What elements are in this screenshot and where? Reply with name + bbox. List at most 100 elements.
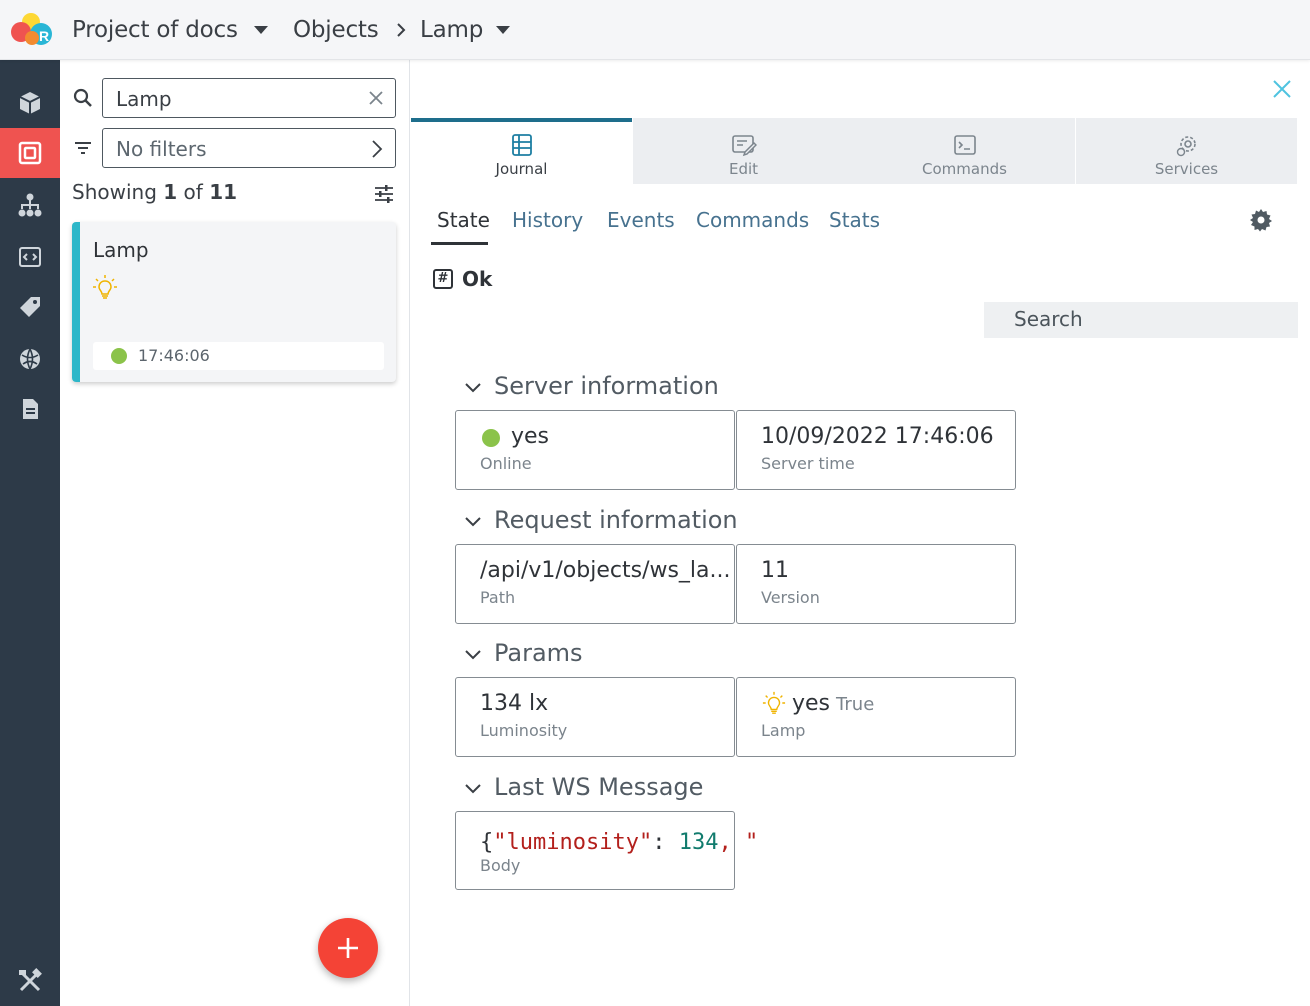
filters-field[interactable]: No filters xyxy=(102,128,396,168)
ws-body-key: "luminosity" xyxy=(493,830,653,855)
ws-body-number: 134 xyxy=(678,830,719,855)
object-search-input[interactable]: Lamp xyxy=(102,78,396,118)
detail-main-tabs: Journal Edit Commands Services xyxy=(411,118,1297,184)
lamp-state-text: True xyxy=(836,694,875,715)
lightbulb-icon xyxy=(93,275,117,299)
code-window-icon xyxy=(19,247,41,267)
tab-commands-label: Commands xyxy=(922,160,1007,178)
ws-body-open: { xyxy=(480,830,494,855)
tab-services-label: Services xyxy=(1154,160,1219,178)
rail-item-hierarchy[interactable] xyxy=(0,180,60,230)
gear-icon[interactable] xyxy=(1249,208,1273,232)
server-time-label: Server time xyxy=(761,454,855,473)
tab-edit-label: Edit xyxy=(728,160,759,178)
subtab-stats[interactable]: Stats xyxy=(829,208,880,232)
chevron-right-icon xyxy=(372,140,383,158)
project-dropdown-caret-icon[interactable] xyxy=(254,26,268,34)
chevron-down-icon[interactable] xyxy=(464,783,482,795)
lamp-value: yes True xyxy=(792,691,874,716)
tools-icon xyxy=(19,968,42,992)
server-time-value: 10/09/2022 17:46:06 xyxy=(761,424,994,449)
rail-item-documents[interactable] xyxy=(0,384,60,434)
subtab-active-indicator xyxy=(431,242,488,245)
online-dot xyxy=(482,429,500,447)
showing-count: Showing 1 of 11 xyxy=(72,180,237,204)
plus-icon xyxy=(338,938,358,958)
top-bar: R Project of docs Objects Lamp xyxy=(0,0,1310,60)
services-gear-icon xyxy=(1176,136,1196,157)
breadcrumb-lamp[interactable]: Lamp xyxy=(420,16,483,44)
showing-prefix: Showing xyxy=(72,180,157,204)
subtab-history[interactable]: History xyxy=(512,208,583,232)
ws-body-tail: , " xyxy=(718,830,759,855)
version-value: 11 xyxy=(761,558,789,583)
card-title: Lamp xyxy=(93,238,149,262)
section-server-information[interactable]: Server information xyxy=(494,372,719,400)
online-status-dot xyxy=(111,348,127,364)
section-request-information[interactable]: Request information xyxy=(494,506,738,534)
cell-lamp: yes True Lamp xyxy=(736,677,1016,757)
hierarchy-icon xyxy=(18,193,42,217)
ws-body-colon: : xyxy=(652,830,679,855)
search-icon xyxy=(73,88,92,107)
lightbulb-icon xyxy=(762,691,786,714)
path-label: Path xyxy=(480,588,516,607)
object-dropdown-caret-icon[interactable] xyxy=(496,26,510,34)
tab-journal[interactable]: Journal xyxy=(411,118,632,184)
section-params[interactable]: Params xyxy=(494,639,583,667)
rail-item-models[interactable] xyxy=(0,78,60,128)
svg-text:R: R xyxy=(39,28,49,44)
search-input-value: Lamp xyxy=(116,87,172,111)
list-settings-sliders-icon[interactable] xyxy=(374,184,394,204)
breadcrumb-objects[interactable]: Objects xyxy=(293,16,379,44)
card-last-update: 17:46:06 xyxy=(93,342,384,370)
rail-item-objects[interactable] xyxy=(0,128,60,178)
state-search-placeholder: Search xyxy=(1014,307,1083,331)
object-card-lamp[interactable]: Lamp 17:46:06 xyxy=(72,222,396,382)
cell-online: yes Online xyxy=(455,410,735,490)
app-logo-icon[interactable]: R xyxy=(8,12,54,48)
close-icon[interactable] xyxy=(1271,78,1293,100)
luminosity-value: 134 lx xyxy=(480,691,549,716)
card-time-value: 17:46:06 xyxy=(138,346,210,365)
chevron-down-icon[interactable] xyxy=(464,649,482,661)
breadcrumb-chevron-icon xyxy=(397,23,406,37)
rail-item-apps[interactable] xyxy=(0,232,60,282)
document-icon xyxy=(23,399,38,419)
tab-services[interactable]: Services xyxy=(1076,118,1297,184)
rail-item-network[interactable] xyxy=(0,334,60,384)
tab-commands[interactable]: Commands xyxy=(854,118,1075,184)
cell-server-time: 10/09/2022 17:46:06 Server time xyxy=(736,410,1016,490)
tab-journal-label: Journal xyxy=(495,160,548,178)
luminosity-label: Luminosity xyxy=(480,721,568,740)
filter-icon xyxy=(75,142,91,154)
state-search-input[interactable]: Search xyxy=(984,302,1298,338)
online-label: Online xyxy=(480,454,532,473)
online-value: yes xyxy=(511,424,550,449)
ws-body-label: Body xyxy=(480,856,521,875)
showing-total: 11 xyxy=(209,180,238,204)
chevron-down-icon[interactable] xyxy=(464,382,482,394)
status-text: Ok xyxy=(462,267,493,291)
filters-field-value: No filters xyxy=(116,137,207,161)
terminal-icon xyxy=(954,135,976,155)
project-selector[interactable]: Project of docs xyxy=(72,16,238,44)
rail-item-tools[interactable] xyxy=(0,956,60,1006)
cell-ws-body: {"luminosity": 134, " Body xyxy=(455,811,758,890)
path-value: /api/v1/objects/ws_la... xyxy=(480,558,731,583)
lamp-label: Lamp xyxy=(761,721,806,740)
subtab-commands[interactable]: Commands xyxy=(696,208,809,232)
add-object-button[interactable] xyxy=(318,918,378,978)
journal-icon xyxy=(512,134,532,156)
cell-luminosity: 134 lx Luminosity xyxy=(455,677,735,757)
clear-search-icon[interactable] xyxy=(367,89,385,107)
section-last-ws-message[interactable]: Last WS Message xyxy=(494,773,703,801)
lamp-value-text: yes xyxy=(792,691,831,716)
showing-of: of xyxy=(183,180,203,204)
card-accent-bar xyxy=(72,222,80,382)
subtab-events[interactable]: Events xyxy=(607,208,675,232)
subtab-state[interactable]: State xyxy=(437,208,490,232)
chevron-down-icon[interactable] xyxy=(464,516,482,528)
rail-item-tags[interactable] xyxy=(0,282,60,332)
tab-edit[interactable]: Edit xyxy=(633,118,854,184)
